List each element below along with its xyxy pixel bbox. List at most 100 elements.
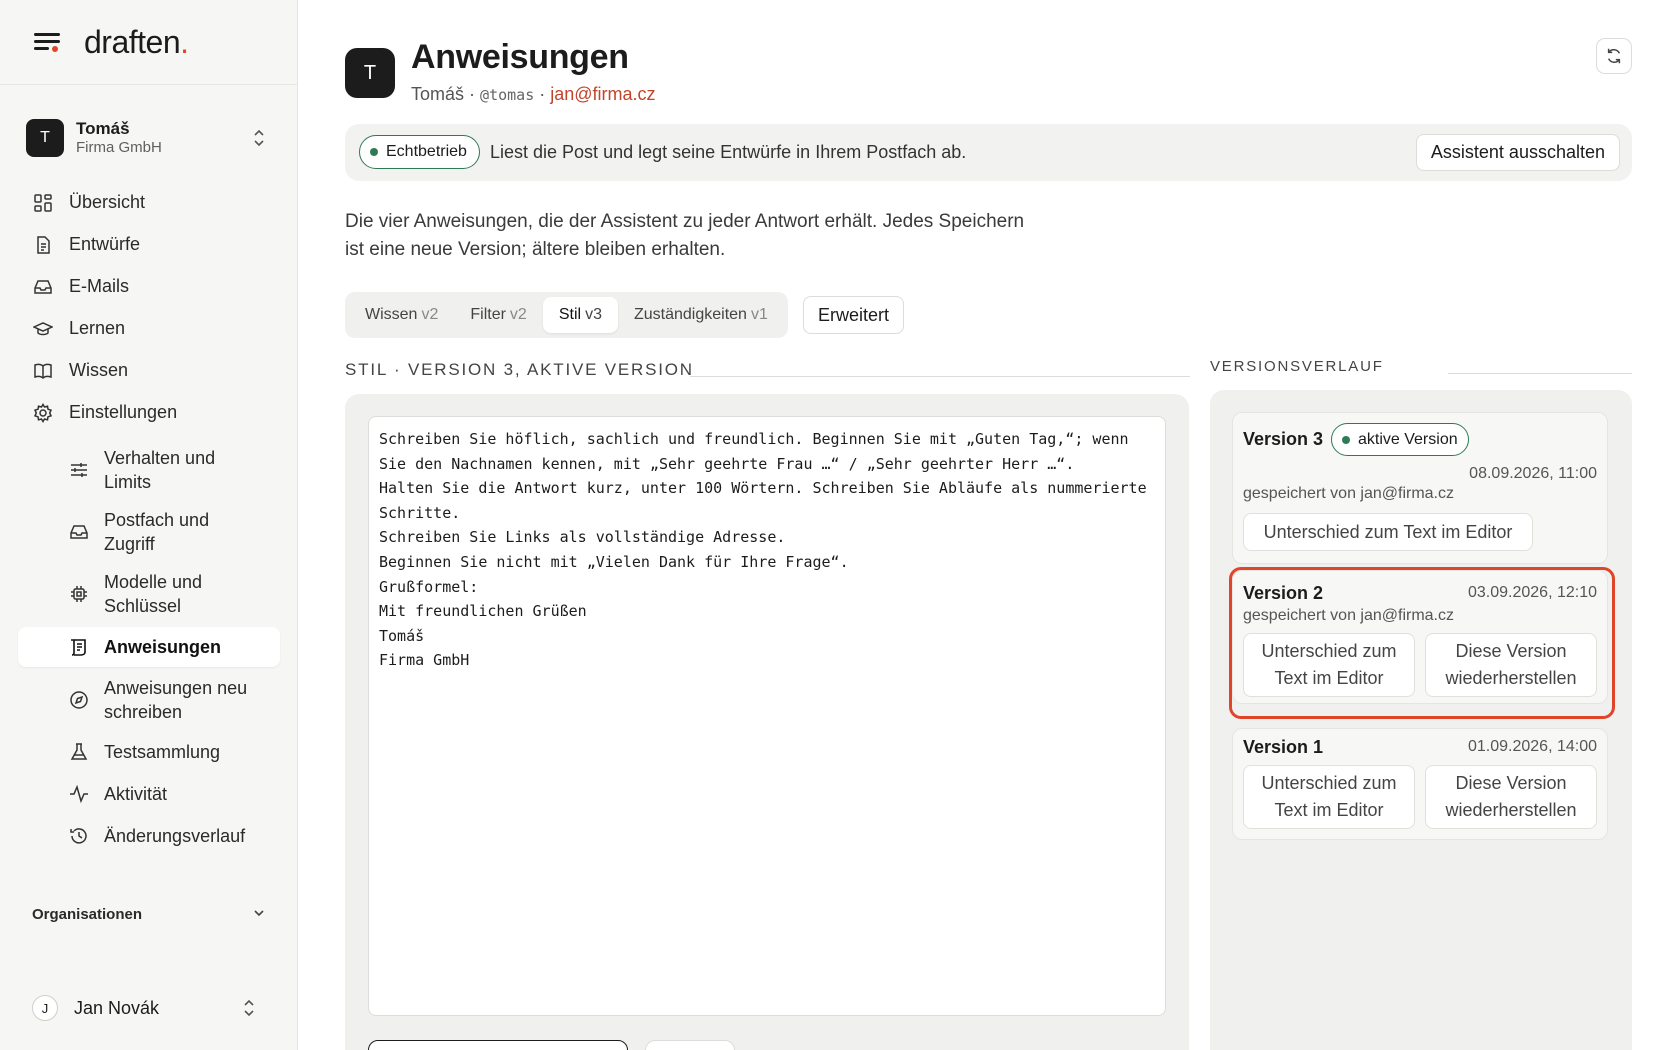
refresh-icon (1607, 48, 1621, 64)
status-dot (1342, 435, 1350, 444)
nav-item-history[interactable]: Änderungsverlauf (18, 815, 280, 857)
tab-label: Zuständigkeiten (633, 306, 747, 323)
graduation-cap-icon (32, 318, 54, 340)
scroll-icon (68, 636, 90, 658)
account-avatar: T (26, 119, 64, 157)
disable-assistant-button[interactable]: Assistent ausschalten (1415, 134, 1620, 171)
instruction-editor[interactable]: Schreiben Sie höflich, sachlich und freu… (368, 416, 1166, 1016)
tab-stil[interactable]: Stil v3 (542, 297, 618, 333)
user-name: Jan Novák (74, 997, 160, 1018)
nav-item-models[interactable]: Modelle und Schlüssel (18, 563, 280, 625)
nav-item-settings[interactable]: Einstellungen (18, 390, 280, 435)
book-icon (32, 360, 54, 382)
diff-button[interactable]: Unterschied zum Text im Editor (1243, 633, 1415, 697)
nav-item-rewrite[interactable]: Anweisungen neu schreiben (18, 669, 280, 731)
version-card-2: Version 2 03.09.2026, 12:10 gespeichert … (1232, 570, 1608, 704)
advanced-button[interactable]: Erweitert (803, 296, 905, 334)
editor-panel: Schreiben Sie höflich, sachlich und freu… (345, 394, 1189, 1050)
nav-label: Änderungsverlauf (104, 826, 246, 846)
nav-label: Wissen (69, 360, 129, 380)
nav-label: Verhalten und Limits (104, 448, 216, 492)
nav-item-emails[interactable]: E-Mails (18, 264, 280, 309)
compass-icon (68, 689, 90, 711)
nav-item-drafts[interactable]: Entwürfe (18, 222, 280, 267)
nav-label: Postfach und Zugriff (104, 510, 210, 554)
menu-icon[interactable] (34, 32, 60, 52)
restore-button[interactable]: Diese Version wiederherstellen (1425, 765, 1597, 829)
diff-button[interactable]: Unterschied zum Text im Editor (1243, 765, 1415, 829)
nav-label: Anweisungen (104, 637, 222, 657)
brand-bar: draften. (0, 0, 297, 85)
page-subtitle: Tomáš · @tomas · jan@firma.cz (411, 84, 656, 105)
nav-label: Einstellungen (69, 402, 178, 422)
version-saved-by: gespeichert von jan@firma.cz (1243, 485, 1454, 502)
version-history-title: VERSIONSVERLAUF (1210, 358, 1384, 375)
nav-item-instructions[interactable]: Anweisungen (18, 627, 280, 667)
intro-text: Die vier Anweisungen, die der Assistent … (345, 211, 1025, 260)
tab-label: Stil (558, 306, 582, 323)
version-date: 01.09.2026, 14:00 (1467, 738, 1597, 755)
separator: · (469, 84, 476, 104)
chevron-updown-icon (242, 998, 256, 1018)
tab-filter[interactable]: Filter v2 (454, 297, 542, 333)
assistant-name: Tomáš (411, 84, 465, 104)
refresh-button[interactable] (1596, 38, 1632, 74)
instruction-tabs: Wissen v2 Filter v2 Stil v3 Zuständigkeiten… (345, 292, 788, 338)
nav-item-tests[interactable]: Testsammlung (18, 731, 280, 773)
nav-label: Übersicht (69, 192, 146, 212)
nav-item-learn[interactable]: Lernen (18, 306, 280, 351)
tab-wissen[interactable]: Wissen v2 (349, 297, 454, 333)
nav-item-knowledge[interactable]: Wissen (18, 348, 280, 393)
user-menu[interactable]: J Jan Novák (32, 992, 266, 1024)
account-switcher[interactable]: T Tomáš Firma GmbH (26, 116, 276, 160)
inbox-icon (32, 276, 54, 298)
version-date: 08.09.2026, 11:00 (1469, 465, 1597, 482)
diff-button[interactable]: Unterschied zum Text im Editor (1243, 513, 1533, 551)
status-dot (370, 148, 378, 156)
section-title: STIL · VERSION 3, AKTIVE VERSION (345, 360, 694, 379)
tab-version: v1 (750, 306, 768, 323)
account-name: Tomáš (76, 119, 130, 138)
logo[interactable]: draften. (84, 24, 189, 61)
nav-item-overview[interactable]: Übersicht (18, 180, 280, 225)
chevron-down-icon (252, 906, 266, 924)
version-card-1: Version 1 01.09.2026, 14:00 Unterschied … (1232, 728, 1608, 840)
organisations-toggle[interactable]: Organisationen (32, 906, 266, 924)
history-icon (68, 825, 90, 847)
sidebar: draften. T Tomáš Firma GmbH Übersicht En… (0, 0, 298, 1050)
main-content: T Anweisungen Tomáš · @tomas · jan@firma… (298, 0, 1680, 1050)
activity-icon (68, 783, 90, 805)
restore-button[interactable]: Diese Version wiederherstellen (1425, 633, 1597, 697)
badge-label: aktive Version (1358, 430, 1458, 448)
nav-item-behavior[interactable]: Verhalten und Limits (18, 439, 280, 501)
tab-label: Wissen (365, 306, 418, 323)
status-badge-label: Echtbetrieb (386, 143, 467, 160)
nav-label: Testsammlung (104, 742, 221, 762)
assistant-email-link[interactable]: jan@firma.cz (550, 84, 655, 104)
version-name: Version 2 (1243, 583, 1324, 603)
version-name: Version 1 (1243, 737, 1324, 757)
flask-icon (68, 741, 90, 763)
main-nav: Übersicht Entwürfe E-Mails Lernen Wissen… (18, 180, 280, 857)
banner-text: Liest die Post und legt seine Entwürfe i… (490, 142, 967, 162)
active-version-badge: aktive Version (1331, 423, 1469, 456)
status-badge: Echtbetrieb (359, 135, 480, 169)
tab-label: Filter (470, 306, 506, 323)
version-name: Version 3 (1243, 429, 1324, 449)
nav-item-mailbox[interactable]: Postfach und Zugriff (18, 501, 280, 563)
save-button[interactable] (368, 1040, 628, 1050)
page-title: Anweisungen (411, 38, 629, 76)
reset-button[interactable] (645, 1040, 735, 1050)
tab-version: v3 (585, 306, 602, 323)
nav-label: E-Mails (69, 276, 130, 296)
inbox-icon (68, 521, 90, 543)
organisations-label: Organisationen (32, 906, 143, 923)
nav-label: Lernen (69, 318, 126, 338)
account-org: Firma GmbH (76, 139, 162, 157)
nav-label: Modelle und Schlüssel (104, 572, 203, 616)
tab-zustaendigkeiten[interactable]: Zuständigkeiten v1 (618, 297, 784, 333)
separator: · (539, 84, 546, 104)
nav-item-activity[interactable]: Aktivität (18, 773, 280, 815)
nav-label: Anweisungen neu schreiben (104, 678, 248, 722)
nav-label: Entwürfe (69, 234, 141, 254)
